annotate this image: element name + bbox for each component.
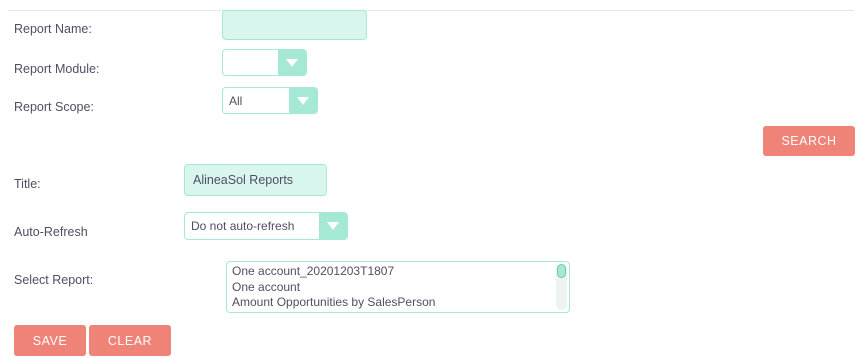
select-report-label: Select Report: (14, 273, 94, 287)
select-report-listbox[interactable]: One account_20201203T1807 One account Am… (226, 261, 570, 313)
report-dashlet-config: Report Name: Report Module: Report Scope… (0, 0, 862, 358)
clear-button[interactable]: CLEAR (89, 325, 171, 356)
search-button[interactable]: SEARCH (763, 126, 855, 156)
list-item[interactable]: One account_20201203T1807 (232, 264, 551, 280)
auto-refresh-value: Do not auto-refresh (191, 219, 295, 233)
scrollbar[interactable] (556, 264, 567, 310)
chevron-down-icon[interactable] (289, 88, 317, 113)
chevron-down-icon[interactable] (319, 213, 347, 239)
list-item[interactable]: One account (232, 280, 551, 296)
report-scope-value: All (229, 93, 243, 108)
save-button[interactable]: SAVE (14, 325, 86, 356)
title-label: Title: (14, 177, 41, 191)
divider (8, 10, 854, 11)
report-options: One account_20201203T1807 One account Am… (232, 264, 551, 311)
report-module-select[interactable] (222, 49, 307, 76)
report-name-label: Report Name: (14, 22, 92, 36)
chevron-down-icon[interactable] (278, 50, 306, 75)
auto-refresh-select[interactable]: Do not auto-refresh (184, 212, 348, 240)
report-module-label: Report Module: (14, 62, 100, 76)
auto-refresh-label: Auto-Refresh (14, 225, 88, 239)
report-scope-label: Report Scope: (14, 100, 94, 114)
report-scope-select[interactable]: All (222, 87, 318, 114)
report-name-input[interactable] (222, 10, 367, 40)
report-module-value (223, 50, 278, 75)
title-input[interactable]: AlineaSol Reports (184, 164, 327, 196)
list-item[interactable]: Amount Opportunities by SalesPerson (232, 295, 551, 311)
scrollbar-thumb[interactable] (557, 264, 566, 278)
